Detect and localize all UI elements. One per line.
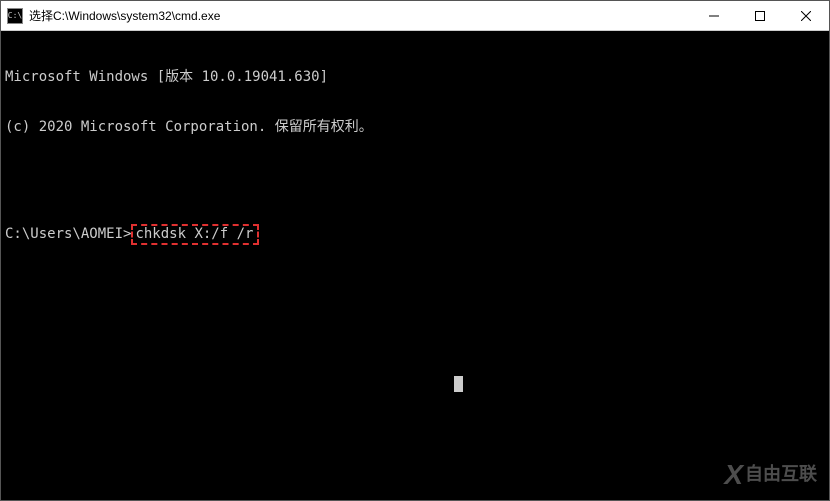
window-title: 选择C:\Windows\system32\cmd.exe bbox=[29, 7, 220, 24]
terminal-prompt-line: C:\Users\AOMEI>chkdsk X:/f /r bbox=[5, 224, 825, 245]
minimize-button[interactable] bbox=[691, 1, 737, 30]
terminal-command: chkdsk X:/f /r bbox=[135, 226, 253, 242]
window-controls bbox=[691, 1, 829, 30]
terminal-prompt: C:\Users\AOMEI> bbox=[5, 226, 131, 243]
cmd-window: C:\ 选择C:\Windows\system32\cmd.exe Micros… bbox=[0, 0, 830, 501]
maximize-icon bbox=[755, 11, 765, 21]
titlebar[interactable]: C:\ 选择C:\Windows\system32\cmd.exe bbox=[1, 1, 829, 31]
cmd-icon: C:\ bbox=[7, 8, 23, 24]
minimize-icon bbox=[709, 11, 719, 21]
watermark-icon: X bbox=[724, 458, 739, 492]
terminal-blank bbox=[5, 169, 825, 186]
terminal-body[interactable]: Microsoft Windows [版本 10.0.19041.630] (c… bbox=[1, 31, 829, 500]
terminal-cursor bbox=[454, 376, 463, 392]
terminal-line-version: Microsoft Windows [版本 10.0.19041.630] bbox=[5, 69, 825, 86]
titlebar-left: C:\ 选择C:\Windows\system32\cmd.exe bbox=[1, 7, 220, 24]
close-icon bbox=[801, 11, 811, 21]
watermark: X 自由互联 bbox=[724, 458, 817, 492]
watermark-text: 自由互联 bbox=[745, 464, 817, 486]
close-button[interactable] bbox=[783, 1, 829, 30]
terminal-line-copyright: (c) 2020 Microsoft Corporation. 保留所有权利。 bbox=[5, 119, 825, 136]
cmd-icon-glyph: C:\ bbox=[8, 11, 22, 20]
maximize-button[interactable] bbox=[737, 1, 783, 30]
command-highlight: chkdsk X:/f /r bbox=[131, 224, 259, 245]
